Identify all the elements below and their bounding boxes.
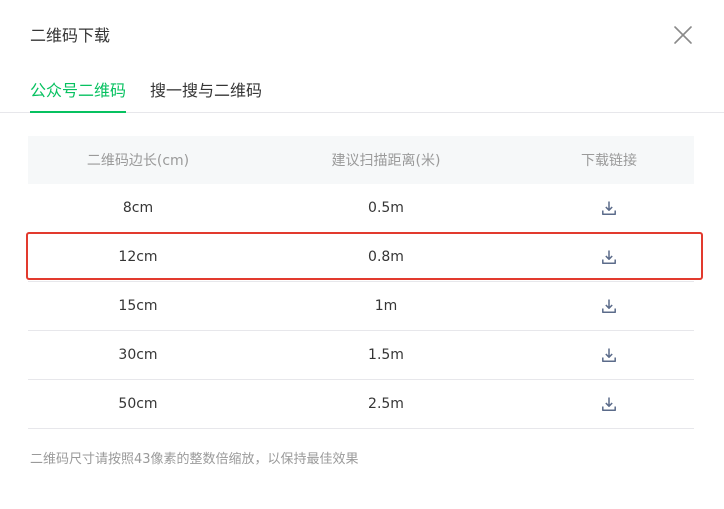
download-icon[interactable] (601, 396, 617, 412)
table-header: 二维码边长(cm) 建议扫描距离(米) 下载链接 (28, 136, 694, 184)
size-cell: 50cm (118, 396, 158, 412)
size-hint-note: 二维码尺寸请按照43像素的整数倍缩放，以保持最佳效果 (30, 452, 359, 467)
table-row: 15cm 1m (28, 282, 694, 331)
close-button[interactable] (670, 22, 696, 48)
distance-cell: 1m (374, 298, 398, 314)
qrcode-table: 二维码边长(cm) 建议扫描距离(米) 下载链接 8cm 0.5m 12cm 0… (28, 136, 694, 429)
download-icon[interactable] (601, 298, 617, 314)
download-icon[interactable] (601, 347, 617, 363)
table-row: 30cm 1.5m (28, 331, 694, 380)
tab-search-qrcode[interactable]: 搜一搜与二维码 (150, 78, 262, 112)
distance-cell: 0.8m (368, 249, 404, 265)
header-distance: 建议扫描距离(米) (331, 153, 441, 169)
size-cell: 8cm (122, 200, 154, 216)
download-icon[interactable] (601, 200, 617, 216)
download-cell (524, 347, 694, 363)
size-cell: 30cm (118, 347, 158, 363)
distance-cell: 0.5m (368, 200, 404, 216)
table-row: 8cm 0.5m (28, 184, 694, 233)
download-cell (524, 249, 694, 265)
tab-official-account-qrcode[interactable]: 公众号二维码 (30, 78, 127, 113)
dialog-title: 二维码下载 (30, 26, 111, 45)
size-cell: 15cm (118, 298, 158, 314)
download-cell (524, 200, 694, 216)
table-row: 12cm 0.8m (28, 233, 694, 282)
download-cell (524, 396, 694, 412)
table-row: 50cm 2.5m (28, 380, 694, 429)
size-cell: 12cm (118, 249, 158, 265)
header-download: 下载链接 (581, 153, 637, 169)
header-size: 二维码边长(cm) (86, 153, 190, 169)
close-icon (674, 26, 692, 44)
download-cell (524, 298, 694, 314)
download-icon[interactable] (601, 249, 617, 265)
distance-cell: 2.5m (368, 396, 404, 412)
tab-bar: 公众号二维码 搜一搜与二维码 (0, 78, 724, 113)
distance-cell: 1.5m (368, 347, 404, 363)
